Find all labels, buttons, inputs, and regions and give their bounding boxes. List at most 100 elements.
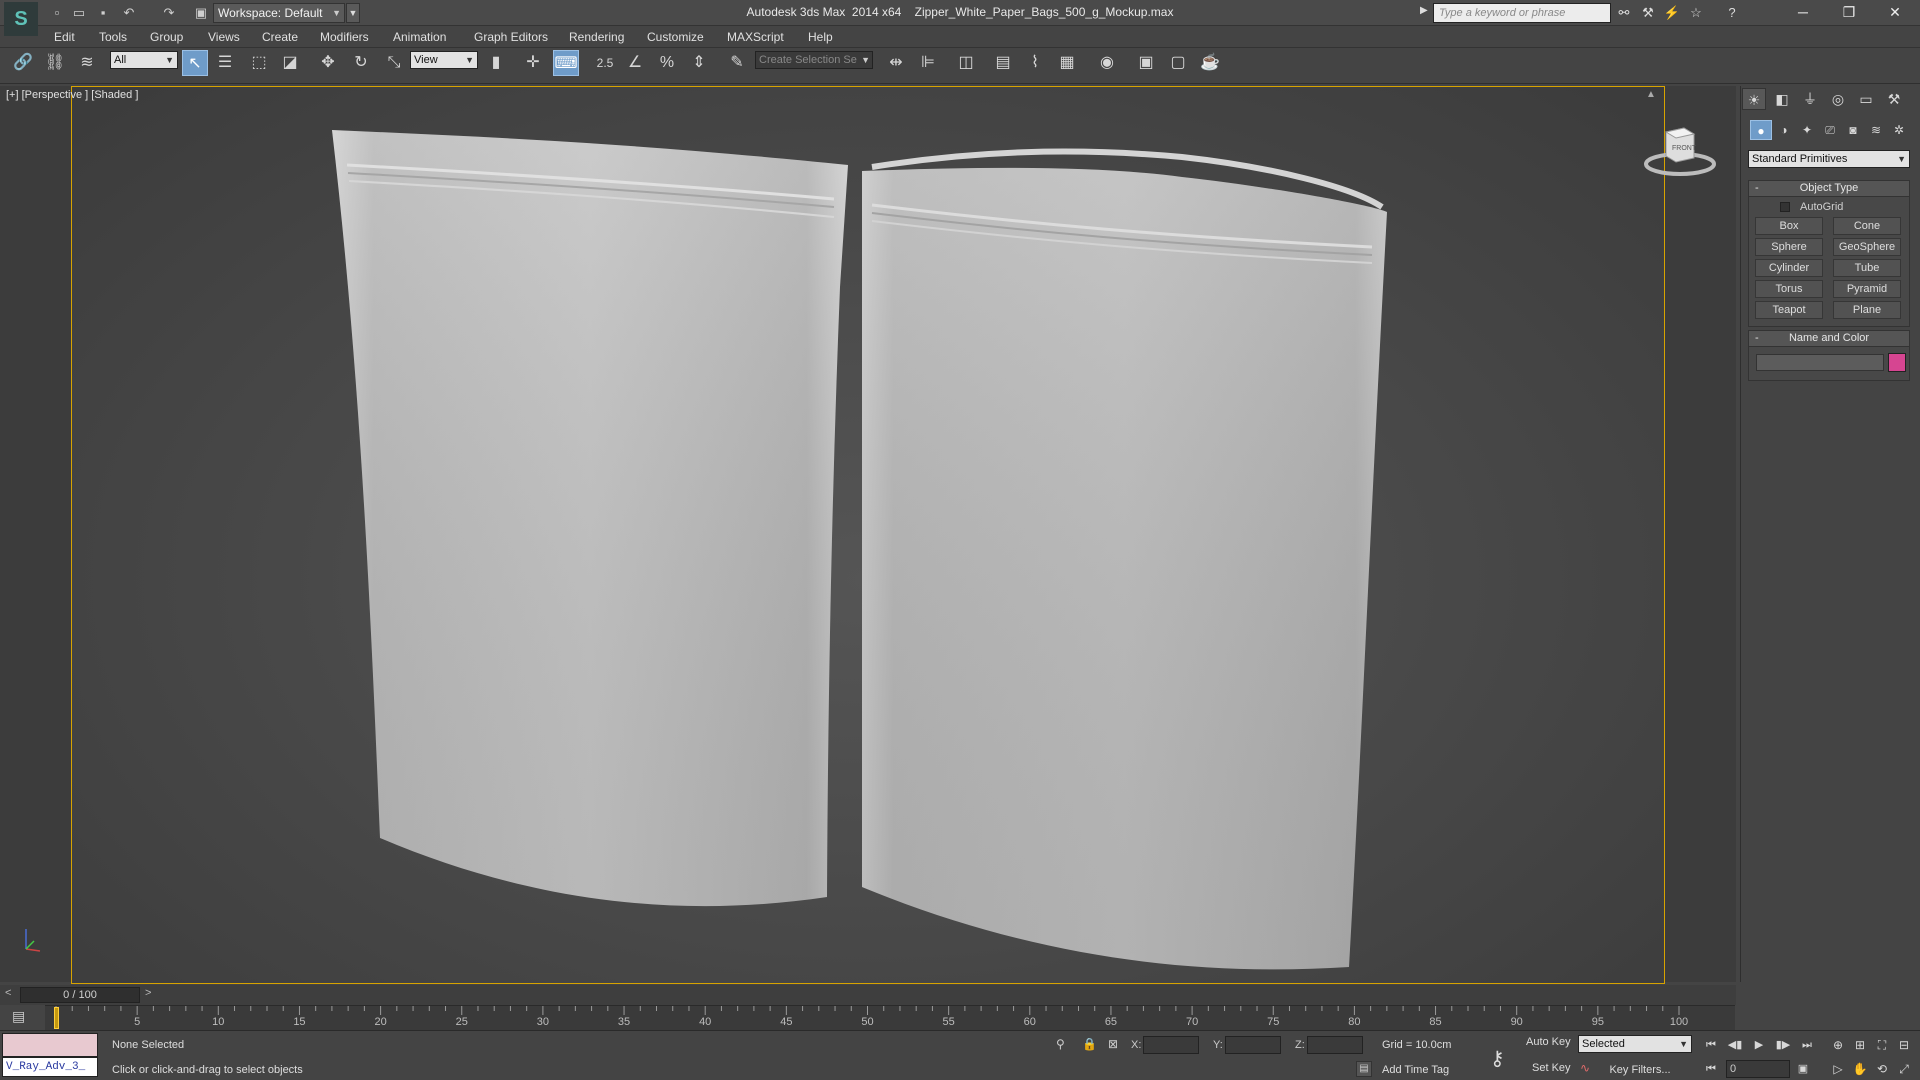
selection-filter-dropdown[interactable]: All ▼	[110, 51, 178, 69]
app-logo-icon[interactable]: S	[4, 2, 38, 36]
go-to-start-icon[interactable]: ⏮	[1702, 1036, 1720, 1054]
object-color-swatch[interactable]	[1888, 353, 1906, 372]
box-button[interactable]: Box	[1755, 217, 1823, 235]
menu-group[interactable]: Group	[150, 26, 183, 48]
isolate-selection-icon[interactable]: ⚲	[1056, 1037, 1065, 1051]
maxscript-listener-output[interactable]	[2, 1033, 98, 1057]
display-tab-icon[interactable]: ▭	[1854, 88, 1878, 110]
left-paper-bag[interactable]	[332, 130, 848, 907]
select-object-icon[interactable]: ↖	[182, 50, 208, 76]
unlink-icon[interactable]: ⛓	[42, 50, 68, 76]
object-category-dropdown[interactable]: Standard Primitives ▼	[1748, 150, 1910, 168]
object-name-input[interactable]	[1756, 354, 1884, 371]
time-prev-icon[interactable]: <	[5, 987, 11, 999]
menu-views[interactable]: Views	[208, 26, 240, 48]
percent-snap-icon[interactable]: %	[654, 50, 680, 76]
plane-button[interactable]: Plane	[1833, 301, 1901, 319]
snaps-toggle-icon[interactable]: 2.5	[592, 50, 618, 76]
search-input[interactable]: Type a keyword or phrase	[1433, 3, 1611, 23]
material-editor-icon[interactable]: ◉	[1094, 50, 1120, 76]
right-paper-bag[interactable]	[862, 148, 1387, 970]
orbit-icon[interactable]: ⟲	[1873, 1060, 1891, 1078]
cameras-category-icon[interactable]: ⎚	[1819, 120, 1841, 140]
y-coordinate-field[interactable]	[1225, 1036, 1281, 1054]
perspective-viewport[interactable]	[71, 86, 1665, 984]
menu-rendering[interactable]: Rendering	[569, 26, 624, 48]
menu-graph-editors[interactable]: Graph Editors	[474, 26, 548, 48]
menu-edit[interactable]: Edit	[54, 26, 75, 48]
schematic-view-icon[interactable]: ▦	[1054, 50, 1080, 76]
mirror-icon[interactable]: ⇹	[883, 50, 909, 76]
maxscript-listener-input[interactable]: V_Ray_Adv_3_	[2, 1057, 98, 1077]
time-slider-thumb[interactable]: 0 / 100	[20, 987, 140, 1003]
menu-create[interactable]: Create	[262, 26, 298, 48]
x-coordinate-field[interactable]	[1143, 1036, 1199, 1054]
torus-button[interactable]: Torus	[1755, 280, 1823, 298]
hierarchy-tab-icon[interactable]: ⏚	[1798, 88, 1822, 110]
help-icon[interactable]: ?	[1722, 3, 1742, 23]
render-production-icon[interactable]: ☕	[1197, 50, 1223, 76]
viewport-label-menu[interactable]: [+] [Perspective ] [Shaded ]	[6, 89, 138, 101]
shapes-category-icon[interactable]: ◑	[1773, 120, 1795, 140]
move-icon[interactable]: ✥	[315, 50, 341, 76]
cone-button[interactable]: Cone	[1833, 217, 1901, 235]
menu-maxscript[interactable]: MAXScript	[727, 26, 784, 48]
rotate-icon[interactable]: ↻	[348, 50, 374, 76]
align-icon[interactable]: ⊫	[915, 50, 941, 76]
object-type-rollout-header[interactable]: - Object Type	[1748, 180, 1910, 197]
viewcube[interactable]: FRONT	[1642, 120, 1718, 180]
key-mode-dropdown[interactable]: Selected ▼	[1578, 1035, 1692, 1053]
time-slider[interactable]	[0, 985, 1736, 1005]
redo-icon[interactable]: ↷	[160, 4, 178, 22]
workspace-menu-button[interactable]: ▼	[346, 3, 360, 23]
select-by-name-icon[interactable]: ☰	[212, 50, 238, 76]
selection-lock-icon[interactable]: 🔒	[1082, 1037, 1097, 1051]
communication-center-icon[interactable]: ⚡	[1662, 3, 1682, 23]
mini-curve-editor-icon[interactable]: ▤	[12, 1008, 25, 1025]
maximize-button[interactable]: ❐	[1826, 0, 1872, 24]
rectangular-selection-icon[interactable]: ⬚	[246, 50, 272, 76]
reference-coordinate-dropdown[interactable]: View ▼	[410, 51, 478, 69]
time-next-icon[interactable]: >	[145, 987, 151, 999]
tube-button[interactable]: Tube	[1833, 259, 1901, 277]
sphere-button[interactable]: Sphere	[1755, 238, 1823, 256]
open-file-icon[interactable]: ▭	[70, 4, 88, 22]
utilities-tab-icon[interactable]: ⚒	[1882, 88, 1906, 110]
zoom-extents-icon[interactable]: ⛶	[1873, 1036, 1891, 1054]
current-frame-field[interactable]: 0	[1726, 1060, 1790, 1078]
teapot-button[interactable]: Teapot	[1755, 301, 1823, 319]
window-crossing-icon[interactable]: ◪	[277, 50, 303, 76]
binoculars-icon[interactable]: ⚯	[1614, 3, 1634, 23]
viewport-lock-icon[interactable]: ▲	[1646, 89, 1656, 100]
subscription-icon[interactable]: ⚒	[1638, 3, 1658, 23]
menu-customize[interactable]: Customize	[647, 26, 704, 48]
menu-tools[interactable]: Tools	[99, 26, 127, 48]
pan-view-icon[interactable]: ✋	[1851, 1060, 1869, 1078]
set-keys-icon[interactable]: ⚷	[1490, 1046, 1505, 1071]
helpers-category-icon[interactable]: ◙	[1842, 120, 1864, 140]
zoom-extents-all-icon[interactable]: ⊟	[1895, 1036, 1913, 1054]
create-tab-icon[interactable]: ☀	[1742, 88, 1766, 110]
systems-category-icon[interactable]: ✲	[1888, 120, 1910, 140]
time-configuration-icon[interactable]: ▣	[1794, 1060, 1812, 1078]
keyboard-shortcut-override-icon[interactable]: ⌨	[553, 50, 579, 76]
menu-help[interactable]: Help	[808, 26, 833, 48]
spinner-snap-icon[interactable]: ⇕	[686, 50, 712, 76]
cylinder-button[interactable]: Cylinder	[1755, 259, 1823, 277]
current-frame-marker[interactable]	[54, 1007, 59, 1029]
motion-tab-icon[interactable]: ◎	[1826, 88, 1850, 110]
favorites-star-icon[interactable]: ☆	[1686, 3, 1706, 23]
autogrid-checkbox[interactable]: AutoGrid	[1780, 201, 1843, 213]
lights-category-icon[interactable]: ✦	[1796, 120, 1818, 140]
menu-animation[interactable]: Animation	[393, 26, 446, 48]
name-and-color-rollout-header[interactable]: - Name and Color	[1748, 330, 1910, 347]
pivot-center-icon[interactable]: ▮	[483, 50, 509, 76]
workspace-dropdown[interactable]: Workspace: Default ▼	[213, 3, 345, 23]
add-time-tag-icon[interactable]: ▤	[1356, 1061, 1372, 1077]
modify-tab-icon[interactable]: ◧	[1770, 88, 1794, 110]
set-key-button[interactable]: Set Key	[1532, 1062, 1571, 1074]
maximize-viewport-icon[interactable]: ⤢	[1895, 1060, 1913, 1078]
named-selection-set-input[interactable]: Create Selection Se ▼	[755, 51, 873, 69]
pyramid-button[interactable]: Pyramid	[1833, 280, 1901, 298]
minimize-button[interactable]: ─	[1780, 0, 1826, 24]
